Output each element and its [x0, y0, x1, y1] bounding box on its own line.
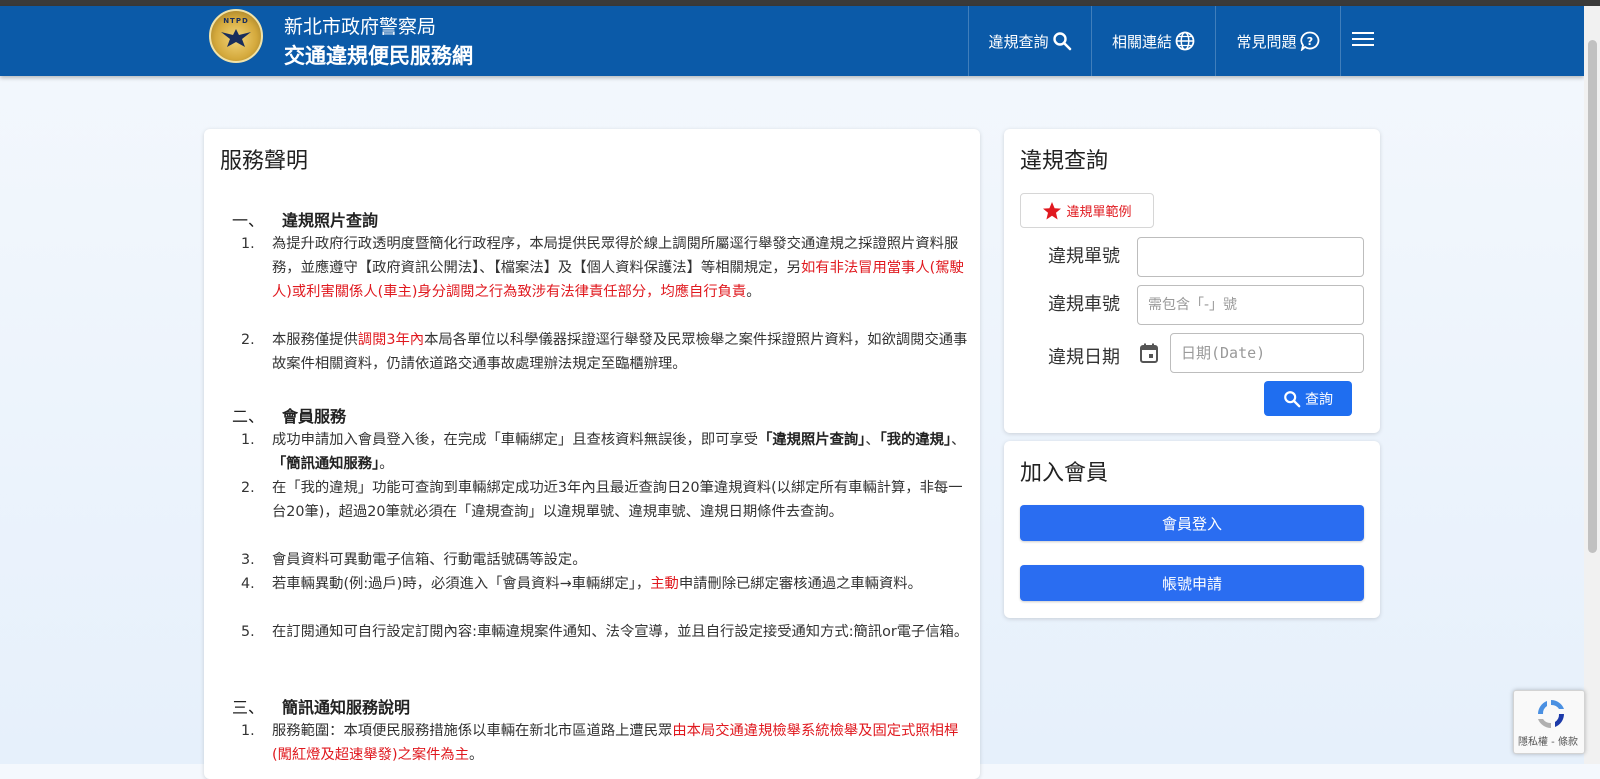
nav-faq-label: 常見問題 — [1236, 32, 1297, 51]
police-logo[interactable]: NTPD — [209, 9, 263, 63]
statement-title: 服務聲明 — [220, 149, 309, 174]
nav-violation-query-label: 違規查詢 — [988, 32, 1049, 51]
calendar-icon[interactable] — [1139, 342, 1159, 364]
section-heading: 二、 會員服務 — [232, 407, 347, 426]
site-name[interactable]: 交通違規便民服務網 — [284, 40, 473, 70]
query-submit-label: 查詢 — [1305, 391, 1333, 408]
recaptcha-badge[interactable]: 隱私權 - 條款 — [1513, 690, 1585, 754]
ticket-example-label: 違規單範例 — [1066, 205, 1132, 220]
violation-date-input[interactable] — [1170, 333, 1364, 373]
query-submit-button[interactable]: 查詢 — [1264, 381, 1352, 416]
scrollbar-thumb[interactable] — [1588, 40, 1597, 553]
member-title: 加入會員 — [1020, 461, 1109, 486]
section-heading: 一、 違規照片查詢 — [232, 211, 379, 230]
star-icon — [1043, 201, 1062, 219]
nav-violation-query[interactable]: 違規查詢 — [968, 6, 1091, 76]
globe-icon — [1175, 31, 1195, 51]
search-icon — [1052, 32, 1071, 51]
ticket-number-input[interactable] — [1137, 237, 1364, 277]
nav-faq[interactable]: 常見問題 ? — [1215, 6, 1340, 76]
violation-date-label: 違規日期 — [1048, 347, 1120, 368]
plate-number-input[interactable] — [1137, 285, 1364, 325]
plate-number-label: 違規車號 — [1048, 294, 1120, 315]
section-heading: 三、 簡訊通知服務說明 — [232, 698, 411, 717]
recaptcha-text[interactable]: 隱私權 - 條款 — [1518, 733, 1578, 748]
nav-related-links[interactable]: 相關連結 — [1091, 6, 1215, 76]
question-icon: ? — [1299, 31, 1319, 51]
eagle-emblem-icon — [221, 29, 251, 47]
hamburger-menu-icon[interactable] — [1352, 32, 1374, 50]
query-title: 違規查詢 — [1020, 149, 1109, 174]
nav-divider — [1340, 6, 1341, 76]
ticket-example-button[interactable]: 違規單範例 — [1020, 193, 1154, 228]
svg-text:?: ? — [1306, 35, 1312, 48]
account-register-button[interactable]: 帳號申請 — [1020, 565, 1364, 601]
logo-text: NTPD — [223, 17, 249, 25]
ticket-number-label: 違規單號 — [1048, 246, 1120, 267]
recaptcha-icon — [1538, 700, 1564, 728]
nav-related-links-label: 相關連結 — [1111, 32, 1172, 51]
org-name[interactable]: 新北市政府警察局 — [284, 12, 436, 39]
search-icon — [1284, 390, 1301, 407]
member-login-button[interactable]: 會員登入 — [1020, 505, 1364, 541]
